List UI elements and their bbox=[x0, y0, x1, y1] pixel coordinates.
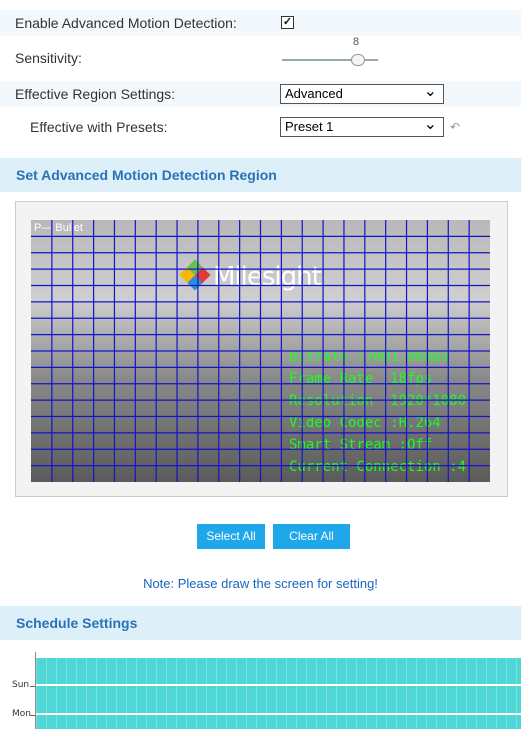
region-settings-value: Advanced bbox=[285, 86, 343, 101]
back-arrow-icon[interactable]: ↶ bbox=[450, 120, 460, 134]
schedule-section-header: Schedule Settings bbox=[0, 606, 521, 640]
enable-motion-label: Enable Advanced Motion Detection: bbox=[15, 15, 237, 31]
day-tick bbox=[30, 715, 35, 716]
enable-motion-row: Enable Advanced Motion Detection: ✓ bbox=[0, 10, 521, 36]
presets-label: Effective with Presets: bbox=[30, 119, 168, 135]
presets-value: Preset 1 bbox=[285, 119, 334, 134]
schedule-row-line bbox=[36, 684, 521, 686]
detection-region-grid[interactable] bbox=[31, 220, 490, 482]
region-settings-label: Effective Region Settings: bbox=[15, 86, 176, 102]
day-label-mon: Mon bbox=[12, 709, 31, 719]
schedule-row-line bbox=[36, 713, 521, 715]
select-all-button[interactable]: Select All bbox=[197, 524, 265, 549]
schedule-section-title: Schedule Settings bbox=[16, 615, 138, 631]
sensitivity-row: Sensitivity: bbox=[0, 45, 521, 71]
presets-select[interactable]: Preset 1 ⌄ bbox=[280, 116, 444, 137]
chevron-down-icon: ⌄ bbox=[423, 83, 437, 100]
region-section-title: Set Advanced Motion Detection Region bbox=[16, 167, 277, 183]
sensitivity-label: Sensitivity: bbox=[15, 50, 82, 66]
region-settings-select[interactable]: Advanced ⌄ bbox=[280, 83, 444, 104]
chevron-down-icon: ⌄ bbox=[423, 116, 437, 133]
schedule-grid[interactable] bbox=[36, 658, 521, 729]
sensitivity-value: 8 bbox=[353, 36, 360, 48]
sensitivity-slider-thumb[interactable] bbox=[351, 54, 365, 66]
enable-motion-checkbox[interactable]: ✓ bbox=[281, 16, 294, 29]
day-tick bbox=[30, 686, 35, 687]
video-preview[interactable]: P— Bullet Milesight Bitrate :7001.9kbps … bbox=[31, 220, 490, 482]
region-section-header: Set Advanced Motion Detection Region bbox=[0, 158, 521, 192]
day-label-sun: Sun bbox=[12, 680, 30, 690]
clear-all-button[interactable]: Clear All bbox=[273, 524, 350, 549]
schedule-axis bbox=[35, 652, 36, 729]
draw-note: Note: Please draw the screen for setting… bbox=[143, 576, 378, 591]
